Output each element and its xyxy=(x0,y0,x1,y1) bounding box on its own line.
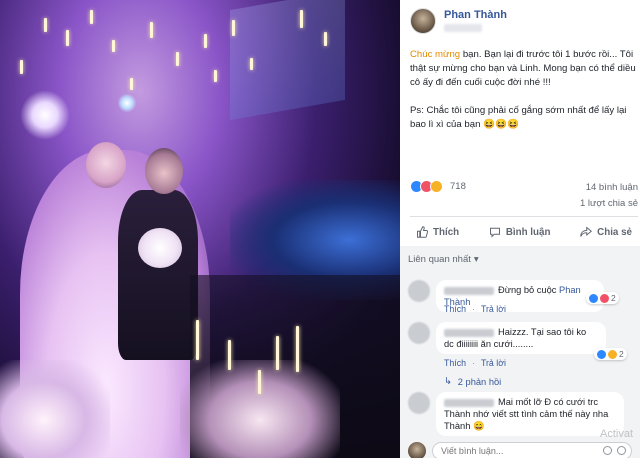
thumbs-up-icon xyxy=(417,226,428,238)
bride xyxy=(86,142,126,188)
like-reaction-icon xyxy=(589,293,598,303)
comment-like-link[interactable]: Thích xyxy=(444,304,466,314)
divider xyxy=(410,216,638,217)
sort-label: Liên quan nhất xyxy=(408,254,471,265)
groom xyxy=(145,148,183,194)
current-user-avatar xyxy=(408,442,426,458)
comment-reactions[interactable]: 2 xyxy=(594,348,627,360)
reaction-icons xyxy=(410,180,443,193)
activation-watermark: Activat xyxy=(600,428,634,440)
reactions-summary[interactable]: 718 14 bình luận xyxy=(410,180,638,196)
comment-reply-link[interactable]: Trả lời xyxy=(481,358,506,368)
author-name[interactable]: Phan Thành xyxy=(444,9,507,21)
comment-input[interactable] xyxy=(432,442,632,458)
comment-count[interactable]: 14 bình luận xyxy=(586,182,638,193)
share-icon xyxy=(580,226,593,237)
camera-icon[interactable] xyxy=(617,446,626,455)
post-header: Phan Thành xyxy=(410,6,638,36)
commenter-name[interactable] xyxy=(444,286,494,295)
commenter-avatar[interactable] xyxy=(408,322,430,344)
hanging-candle xyxy=(300,10,303,28)
post-paragraph-2: Ps: Chắc tôi cũng phải cố gắng sớm nhất … xyxy=(410,105,627,130)
groom-suit xyxy=(118,190,198,360)
hanging-candle xyxy=(214,70,217,82)
author-avatar[interactable] xyxy=(410,8,436,34)
love-reaction-icon xyxy=(600,293,609,303)
hanging-candle xyxy=(204,34,207,48)
like-button[interactable]: Thích xyxy=(410,220,465,244)
comment-reaction-count: 2 xyxy=(611,293,616,303)
share-label: Chia sẻ xyxy=(597,226,632,238)
commenter-name[interactable] xyxy=(444,328,494,337)
decor-panel xyxy=(230,0,345,121)
haha-reaction-icon xyxy=(430,180,443,193)
replies-label: 2 phản hồi xyxy=(457,376,502,387)
commenter-avatar[interactable] xyxy=(408,392,430,414)
stage-light xyxy=(20,90,70,140)
comment-actions: Thích · Trả lời xyxy=(444,358,506,368)
comment-bubble: Mai mốt lỡ Đ có cưới trc Thành nhớ viết … xyxy=(436,392,624,436)
timestamp[interactable] xyxy=(444,24,482,32)
separator: · xyxy=(472,304,475,314)
hanging-candle xyxy=(44,18,47,32)
post-body: Chúc mừng bạn. Bạn lại đi trước tôi 1 bư… xyxy=(410,48,638,146)
wedding-photo[interactable] xyxy=(0,0,400,458)
table-candle xyxy=(196,320,199,360)
comment-like-link[interactable]: Thích xyxy=(444,358,466,368)
action-bar: Thích Bình luận Chia sẻ xyxy=(410,220,638,244)
composer-tools xyxy=(603,446,626,455)
comment-label: Bình luận xyxy=(505,226,551,238)
share-button[interactable]: Chia sẻ xyxy=(574,220,638,244)
haha-reaction-icon xyxy=(608,349,617,359)
comment-actions: Thích · Trả lời xyxy=(444,304,506,314)
stage-light-small xyxy=(118,94,136,112)
view-replies-link[interactable]: ↳ 2 phản hồi xyxy=(444,376,501,387)
share-count[interactable]: 1 lượt chia sẻ xyxy=(410,198,638,209)
like-label: Thích xyxy=(433,226,460,238)
flowers-left xyxy=(0,360,110,458)
hanging-candle xyxy=(150,22,153,38)
hanging-candle xyxy=(176,52,179,66)
table-candle xyxy=(258,370,261,394)
hanging-candle xyxy=(324,32,327,46)
bouquet xyxy=(138,228,182,268)
sort-dropdown[interactable]: Liên quan nhất ▾ xyxy=(408,254,479,265)
hanging-candle xyxy=(130,78,133,90)
hanging-candle xyxy=(20,60,23,74)
table-candle xyxy=(296,326,299,372)
comment-icon xyxy=(489,227,500,238)
comment-composer xyxy=(408,442,634,458)
table-candle xyxy=(276,336,279,370)
hanging-candle xyxy=(232,20,235,36)
comments-section: Liên quan nhất ▾ Đừng bỏ cuộc Phan Thành… xyxy=(400,246,640,458)
hanging-candle xyxy=(66,30,69,46)
like-reaction-icon xyxy=(597,349,606,359)
hanging-candle xyxy=(250,58,253,70)
post-paragraph-1: Chúc mừng bạn. Bạn lại đi trước tôi 1 bư… xyxy=(410,48,638,90)
commenter-avatar[interactable] xyxy=(408,280,430,302)
emoji-icon[interactable] xyxy=(603,446,612,455)
comment-button[interactable]: Bình luận xyxy=(483,220,557,244)
comment-text: Đừng bỏ cuộc xyxy=(498,285,560,295)
table-candle xyxy=(228,340,231,370)
highlight-text: Chúc mừng xyxy=(410,49,461,60)
reaction-count[interactable]: 718 xyxy=(450,181,466,192)
comment-bubble: Haizzz. Tại sao tôi ko dc điiiiiiii ăn c… xyxy=(436,322,606,354)
hanging-candle xyxy=(112,40,115,52)
reply-arrow-icon: ↳ xyxy=(444,376,452,386)
hanging-candle xyxy=(90,10,93,24)
commenter-name[interactable] xyxy=(444,398,494,407)
comment-reactions[interactable]: 2 xyxy=(586,292,619,304)
comment-reply-link[interactable]: Trả lời xyxy=(481,304,506,314)
separator: · xyxy=(472,358,475,368)
chevron-down-icon: ▾ xyxy=(473,254,479,265)
comment-reaction-count: 2 xyxy=(619,349,624,359)
